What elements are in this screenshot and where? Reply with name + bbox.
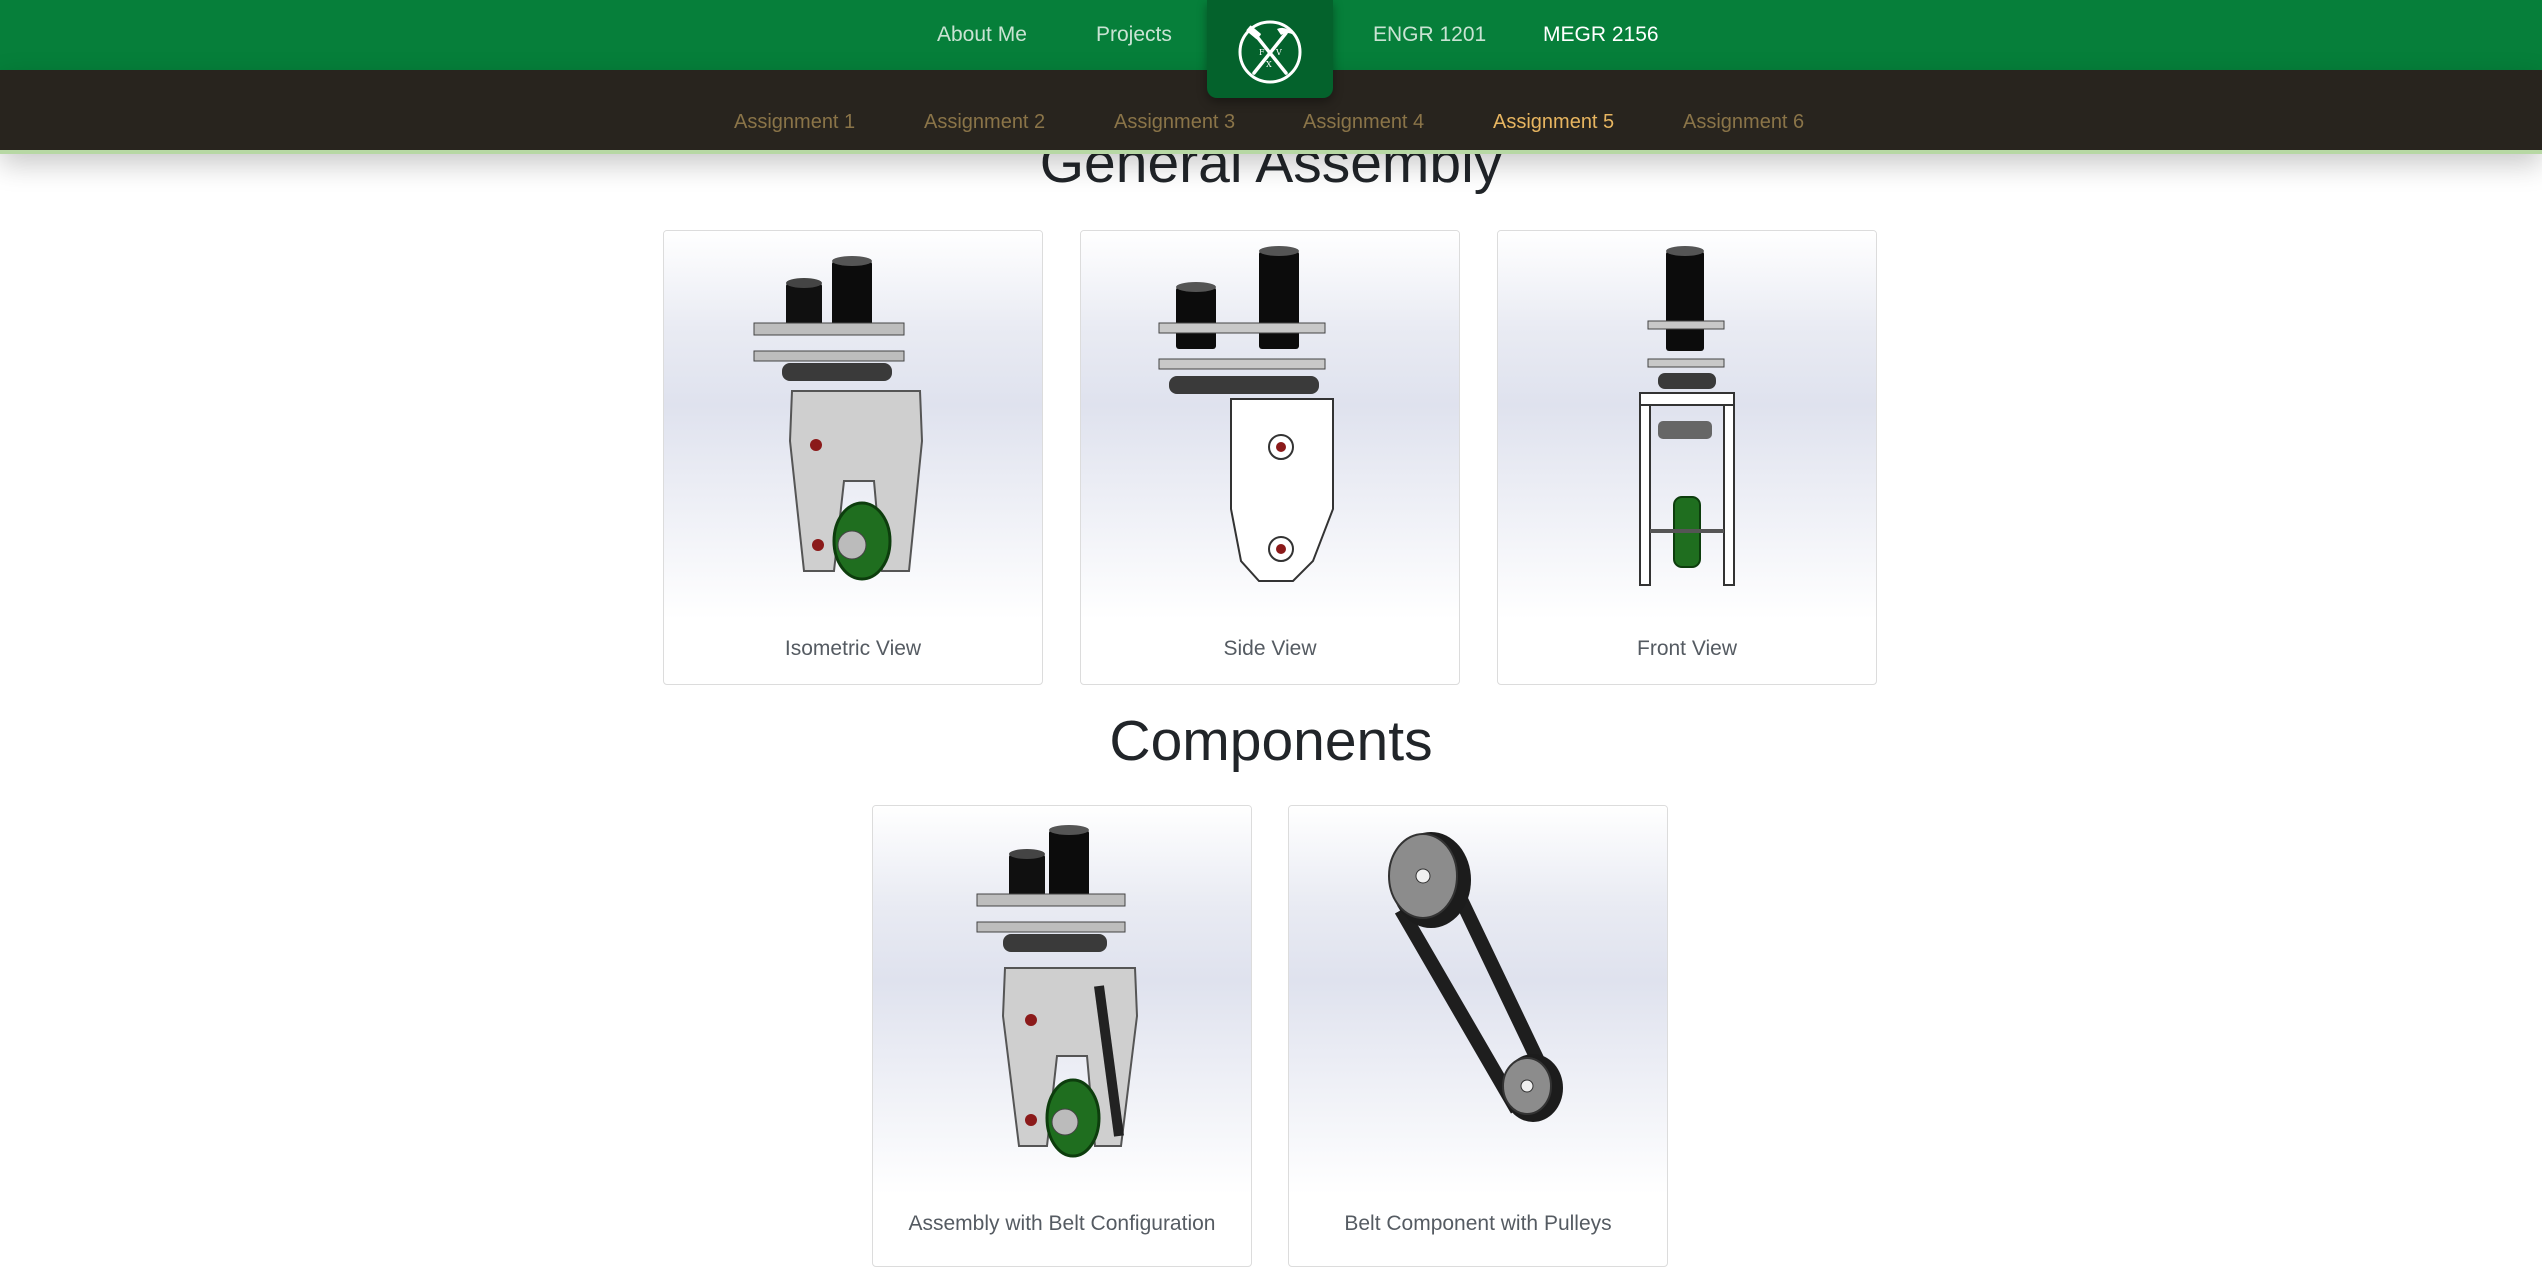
components-title: Components — [1109, 709, 1433, 773]
belt-component-pulleys-image — [1289, 806, 1667, 1194]
home-logo-button[interactable]: F X V — [1207, 0, 1333, 98]
card-assembly-belt-configuration[interactable]: Assembly with Belt Configuration — [872, 805, 1252, 1267]
assembly-belt-configuration-image — [873, 806, 1251, 1194]
nav-link-about-me[interactable]: About Me — [937, 0, 1027, 70]
card-front-view[interactable]: Front View — [1497, 230, 1877, 685]
nav-link-engr-1201[interactable]: ENGR 1201 — [1373, 0, 1486, 70]
assembly-belt-configuration-caption: Assembly with Belt Configuration — [908, 1212, 1216, 1235]
isometric-view-caption: Isometric View — [784, 637, 922, 660]
subnav-assignment-1[interactable]: Assignment 1 — [734, 70, 855, 150]
subnav-assignment-5[interactable]: Assignment 5 — [1493, 70, 1614, 150]
nav-link-megr-2156[interactable]: MEGR 2156 — [1543, 0, 1659, 70]
svg-text:X: X — [1266, 60, 1272, 69]
belt-component-pulleys-caption: Belt Component with Pulleys — [1344, 1212, 1612, 1235]
side-view-image — [1081, 231, 1459, 619]
crossed-hammer-pick-icon: F X V — [1238, 20, 1302, 84]
svg-text:F: F — [1259, 48, 1265, 57]
card-isometric-view[interactable]: Isometric View — [663, 230, 1043, 685]
svg-text:V: V — [1275, 48, 1282, 57]
subnav-assignment-2[interactable]: Assignment 2 — [924, 70, 1045, 150]
subnav-assignment-6[interactable]: Assignment 6 — [1683, 70, 1804, 150]
isometric-view-image — [664, 231, 1042, 619]
card-belt-component-pulleys[interactable]: Belt Component with Pulleys — [1288, 805, 1668, 1267]
card-side-view[interactable]: Side View — [1080, 230, 1460, 685]
front-view-caption: Front View — [1637, 637, 1737, 660]
front-view-image — [1498, 231, 1876, 619]
side-view-caption: Side View — [1223, 637, 1317, 660]
nav-link-projects[interactable]: Projects — [1096, 0, 1172, 70]
